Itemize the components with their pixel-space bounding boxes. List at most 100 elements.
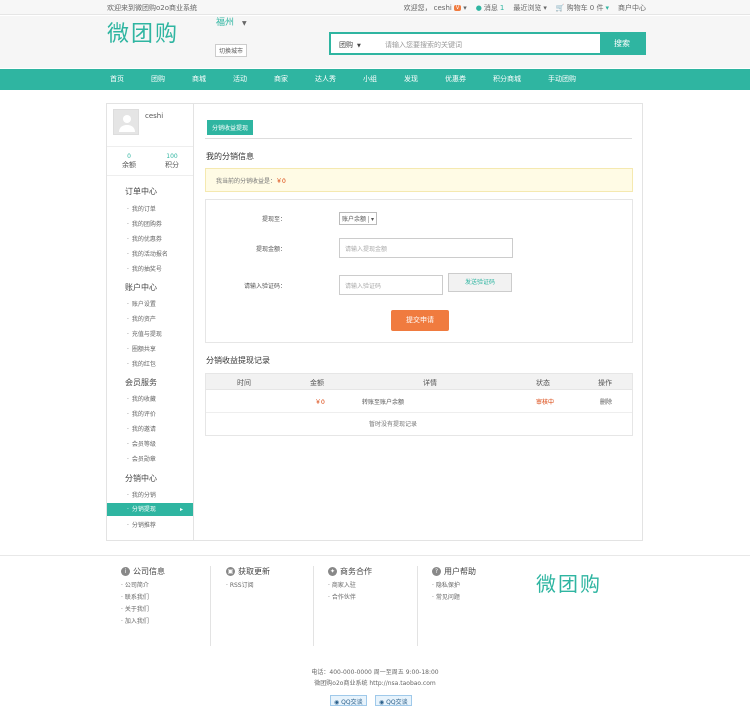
sidebar-item[interactable]: 我的团购券 (127, 219, 162, 228)
sidebar-item[interactable]: 我的邀请 (127, 424, 156, 433)
section-title-distribution: 分销中心 (125, 474, 157, 483)
sidebar-item[interactable]: 分销推荐 (127, 520, 156, 529)
avatar[interactable] (113, 109, 139, 135)
site-logo[interactable]: 微团购 (107, 16, 179, 48)
stat-points[interactable]: 100 积分 (152, 153, 192, 170)
info-icon: i (121, 567, 130, 576)
footer-link[interactable]: 常见问题 (432, 592, 476, 601)
main-nav: 首页 团购 商城 活动 商家 达人秀 小组 发现 优惠券 积分商城 手动团购 (0, 69, 750, 90)
col-time: 时间 (237, 379, 251, 387)
delete-link[interactable]: 删除 (600, 397, 612, 406)
col-action: 操作 (598, 379, 612, 387)
nav-item[interactable]: 团购 (151, 69, 165, 90)
messages-link[interactable]: ● 消息 1 (476, 3, 505, 13)
records-title: 分销收益提现记录 (206, 356, 270, 365)
tab-distribution-withdraw[interactable]: 分销收益提现 (207, 120, 254, 135)
divider (205, 138, 632, 139)
top-bar: 欢迎来到微团购o2o商业系统 欢迎您， ceshi V ▾ ● 消息 1 最近浏览 ▾ 🛒 购… (0, 0, 750, 15)
nav-item[interactable]: 活动 (233, 69, 247, 90)
user-stats: 0 余额 100 积分 (107, 146, 193, 176)
qq-icon: ◉ (334, 699, 340, 706)
search-input[interactable]: 请输入您要搜索的关键词 (385, 40, 462, 50)
sidebar-item[interactable]: 账户设置 (127, 299, 156, 308)
sidebar: ceshi 0余额 100积分 订单中心 我的订单 我的团购券 我的优惠券 我的… (106, 103, 194, 541)
footer-col-business: ✦商务合作 商家入驻 合作伙伴 (328, 566, 372, 648)
stat-balance[interactable]: 0 余额 (109, 153, 149, 170)
sidebar-item[interactable]: 我的优惠券 (127, 234, 162, 243)
footer-link[interactable]: RSS订阅 (226, 580, 270, 589)
merchant-center-link[interactable]: 商户中心 (618, 3, 646, 13)
sidebar-item[interactable]: 会员勋章 (127, 454, 156, 463)
sidebar-item[interactable]: 我的订单 (127, 204, 156, 213)
footer-link[interactable]: 关于我们 (121, 604, 165, 613)
city-selector[interactable]: 福州 ▼ (216, 15, 247, 28)
sidebar-item[interactable]: 我的红包 (127, 359, 156, 368)
recent-browse-link[interactable]: 最近浏览 ▾ (513, 3, 547, 13)
sidebar-item-active[interactable]: 分销提现 (107, 503, 193, 516)
footer-link[interactable]: 加入我们 (121, 616, 165, 625)
footer-link[interactable]: 隐私保护 (432, 580, 476, 589)
chevron-down-icon: ▾ (463, 4, 467, 12)
info-title: 我的分销信息 (206, 152, 254, 161)
footer-divider (313, 566, 314, 646)
chevron-down-icon: ▾ (605, 4, 609, 12)
sidebar-item[interactable]: 会员等级 (127, 439, 156, 448)
chevron-down-icon: ▼ (357, 43, 361, 49)
nav-item[interactable]: 商城 (192, 69, 206, 90)
section-title-member: 会员服务 (125, 378, 157, 387)
method-label: 提现至： (261, 216, 286, 223)
amount-label: 提现金额： (255, 246, 286, 253)
sidebar-item[interactable]: 我的抽奖号 (127, 264, 162, 273)
sidebar-item[interactable]: 我的活动报名 (127, 249, 168, 258)
search-category-select[interactable]: 团购 ▼ (339, 40, 361, 50)
code-label: 请输入验证码： (243, 283, 286, 290)
cart-link[interactable]: 🛒 购物车 0 件 ▾ (556, 3, 609, 13)
footer-link[interactable]: 公司简介 (121, 580, 165, 589)
footer-divider (210, 566, 211, 646)
nav-item[interactable]: 优惠券 (445, 69, 466, 90)
submit-button[interactable]: 提交申请 (391, 310, 449, 331)
section-title-orders: 订单中心 (125, 187, 157, 196)
cell-status: 审核中 (536, 399, 555, 406)
nav-item[interactable]: 手动团购 (548, 69, 576, 90)
amount-input[interactable]: 请输入提现金额 (339, 238, 513, 258)
footer-logo: 微团购 (536, 572, 602, 596)
withdraw-method-select[interactable]: 账户余额 ▾ (339, 212, 378, 225)
sidebar-item[interactable]: 我的评价 (127, 409, 156, 418)
user-greeting[interactable]: 欢迎您， ceshi V ▾ (404, 3, 467, 13)
nav-item[interactable]: 商家 (274, 69, 288, 90)
section-title-account: 账户中心 (125, 283, 157, 292)
footer-col-company: i公司信息 公司简介 联系我们 关于我们 加入我们 (121, 566, 165, 648)
nav-item[interactable]: 首页 (110, 69, 124, 90)
cart-icon: 🛒 (555, 4, 565, 12)
sidebar-item[interactable]: 我的收藏 (127, 394, 156, 403)
sidebar-item[interactable]: 我的分销 (127, 490, 156, 499)
search-button[interactable]: 搜索 (600, 34, 644, 53)
sidebar-item[interactable]: 充值与提现 (127, 329, 162, 338)
nav-item[interactable]: 积分商城 (493, 69, 521, 90)
qq-icon: ◉ (379, 699, 385, 706)
code-input[interactable]: 请输入验证码 (339, 275, 443, 295)
sidebar-item[interactable]: 我的资产 (127, 314, 156, 323)
footer-link[interactable]: 商家入驻 (328, 580, 372, 589)
footer-link[interactable]: 联系我们 (121, 592, 165, 601)
chevron-down-icon: ▼ (242, 20, 247, 27)
footer-col-help: ?用户帮助 隐私保护 常见问题 (432, 566, 476, 648)
earnings-notice: 我当前的分销收益是：￥0 (205, 168, 633, 192)
send-code-button[interactable]: 发送验证码 (448, 273, 512, 292)
contact-phone: 电话：400-000-0000 周一至周五 9:00-18:00 (311, 669, 439, 676)
nav-item[interactable]: 达人秀 (315, 69, 336, 90)
qq-chat-button[interactable]: ◉ QQ交谈 (330, 695, 367, 706)
qq-chat-button[interactable]: ◉ QQ交谈 (375, 695, 412, 706)
switch-city-button[interactable]: 切换城市 (215, 44, 248, 57)
search-bar: 团购 ▼ 请输入您要搜索的关键词 搜索 (329, 32, 646, 55)
welcome-text: 欢迎来到微团购o2o商业系统 (107, 4, 198, 12)
col-amount: 金额 (310, 379, 324, 387)
footer-link[interactable]: 合作伙伴 (328, 592, 372, 601)
sidebar-item[interactable]: 圈额共享 (127, 344, 156, 353)
nav-item[interactable]: 小组 (363, 69, 377, 90)
footer: i公司信息 公司简介 联系我们 关于我们 加入我们 ▣获取更新 RSS订阅 ✦商… (0, 555, 750, 725)
nav-item[interactable]: 发现 (404, 69, 418, 90)
user-icon (119, 115, 135, 132)
main-content: 分销收益提现 我的分销信息 我当前的分销收益是：￥0 提现至： 账户余额 ▾ 提现… (193, 103, 643, 541)
